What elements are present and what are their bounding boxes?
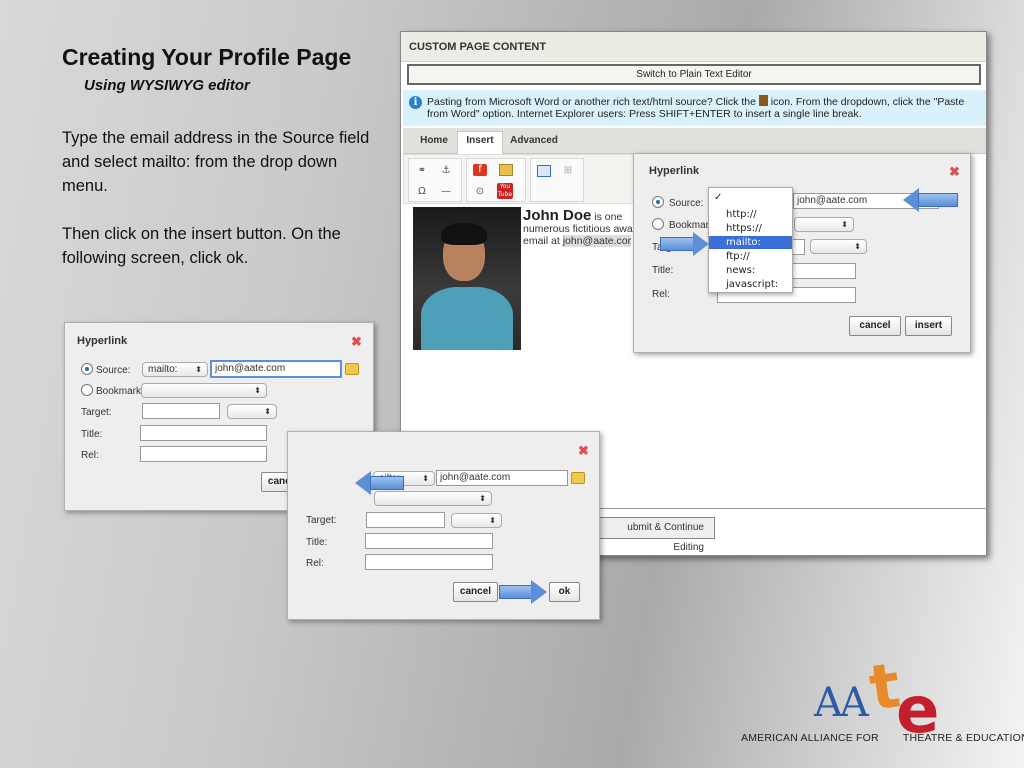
rel-label: Rel: (306, 558, 324, 569)
title-input[interactable] (140, 425, 267, 441)
slide-title: Creating Your Profile Page (62, 44, 352, 70)
source-radio[interactable] (652, 196, 664, 208)
toolbar-group-table: ⊞ (530, 158, 584, 202)
target-select[interactable]: ⬍ (451, 513, 502, 528)
bookmark-radio[interactable] (652, 218, 664, 230)
dropdown-option-news[interactable]: news: (709, 264, 792, 277)
editor-tabs: Home Insert Advanced (403, 128, 986, 155)
source-url-input[interactable]: john@aate.com (210, 360, 342, 378)
table-edit-icon[interactable]: ⊞ (561, 165, 575, 177)
title-label: Title: (306, 537, 328, 548)
bio-line-1: is one (591, 211, 623, 223)
dialog-title: Hyperlink (649, 165, 700, 177)
protocol-value: mailto: (148, 364, 178, 375)
check-icon: ✓ (714, 192, 723, 203)
dialog-title: Hyperlink (77, 335, 128, 347)
target-label: Target: (306, 515, 337, 526)
slide-subtitle: Using WYSIWYG editor (84, 77, 250, 94)
target-select[interactable]: ⬍ (227, 404, 277, 419)
folder-icon[interactable] (345, 363, 359, 375)
bookmark-select[interactable]: ⬍ (794, 217, 854, 232)
bio-email-link[interactable]: john@aate.cor (562, 235, 632, 247)
link-icon[interactable]: ⚭ (415, 165, 429, 177)
dropdown-option-http[interactable]: http:// (709, 208, 792, 221)
arrow-right-icon (499, 580, 547, 604)
horizontal-rule-icon[interactable]: — (439, 186, 453, 198)
target-input[interactable] (142, 403, 220, 419)
toolbar-group-links: ⚭ ⚓ Ω — (408, 158, 462, 202)
dropdown-option-https[interactable]: https:// (709, 222, 792, 235)
protocol-dropdown: ✓ http:// https:// mailto: ftp:// news: … (708, 187, 793, 293)
tab-home[interactable]: Home (411, 132, 457, 154)
tab-advanced[interactable]: Advanced (505, 132, 563, 154)
rel-label: Rel: (652, 289, 670, 300)
target-select[interactable]: ⬍ (810, 239, 867, 254)
arrow-left-icon (355, 471, 405, 495)
cancel-button[interactable]: cancel (453, 582, 498, 602)
target-input[interactable] (366, 512, 445, 528)
title-label: Title: (81, 429, 103, 440)
aate-logo: AA t e AMERICAN ALLIANCE FOR THEATRE & E… (736, 648, 1024, 760)
bio-line-3: email at (523, 235, 563, 247)
bookmark-label: Bookmark: (96, 386, 144, 397)
title-input[interactable] (365, 533, 493, 549)
folder-icon[interactable] (571, 472, 585, 484)
slide-text-block: Creating Your Profile Page Using WYSIWYG… (62, 44, 382, 270)
rel-input[interactable] (365, 554, 493, 570)
paste-from-word-icon[interactable] (758, 95, 768, 106)
protocol-select[interactable]: mailto: ⬍ (142, 362, 208, 377)
bio-name: John Doe (523, 210, 592, 224)
source-url-input[interactable]: john@aate.com (436, 470, 568, 486)
profile-photo (413, 207, 521, 350)
cancel-button[interactable]: cancel (849, 316, 901, 336)
title-label: Title: (652, 265, 674, 276)
editor-header: CUSTOM PAGE CONTENT (401, 32, 986, 62)
source-label: Source: (669, 198, 704, 209)
instruction-paragraph-1: Type the email address in the Source fie… (62, 129, 370, 195)
rel-input[interactable] (140, 446, 267, 462)
target-label: Target: (81, 407, 112, 418)
dropdown-option-mailto[interactable]: mailto: (709, 236, 792, 249)
logo-tagline-right: THEATRE & EDUCATION (902, 732, 1024, 744)
bio-text: John Doe is one numerous fictitious awa … (523, 210, 633, 247)
image-icon[interactable] (499, 164, 513, 176)
source-label: Source: (96, 365, 131, 376)
special-char-icon[interactable]: Ω (415, 186, 429, 198)
switch-plain-text-button[interactable]: Switch to Plain Text Editor (407, 64, 981, 85)
instruction-paragraph-2: Then click on the insert button. On the … (62, 225, 341, 267)
insert-button[interactable]: insert (905, 316, 952, 336)
youtube-icon[interactable]: You Tube (497, 183, 513, 199)
ok-button[interactable]: ok (549, 582, 580, 602)
flash-icon[interactable]: f (473, 164, 487, 176)
close-icon[interactable]: ✖ (949, 164, 960, 180)
toolbar-group-media: f ⊙ You Tube (466, 158, 526, 202)
dropdown-option-ftp[interactable]: ftp:// (709, 250, 792, 263)
logo-tagline-left: AMERICAN ALLIANCE FOR (741, 732, 879, 744)
arrow-left-icon (903, 188, 959, 212)
bio-line-2: numerous fictitious awa (523, 223, 633, 235)
bookmark-select[interactable]: ⬍ (141, 383, 267, 398)
paste-info-bar: i Pasting from Microsoft Word or another… (403, 90, 986, 126)
arrow-right-icon (660, 232, 710, 256)
media-icon[interactable]: ⊙ (473, 186, 487, 198)
logo-letters-aa: AA (814, 680, 869, 726)
close-icon[interactable]: ✖ (578, 443, 589, 459)
bookmark-radio[interactable] (81, 384, 93, 396)
info-text-1: Pasting from Microsoft Word or another r… (427, 96, 756, 108)
source-radio[interactable] (81, 363, 93, 375)
rel-label: Rel: (81, 450, 99, 461)
dropdown-option-javascript[interactable]: javascript: (709, 278, 792, 291)
table-icon[interactable] (537, 165, 551, 177)
submit-continue-button[interactable]: ubmit & Continue Editing (593, 517, 715, 553)
info-icon: i (409, 96, 422, 109)
hyperlink-dialog-confirm: ✖ ailto:⬍ john@aate.com ⬍ Target: ⬍ Titl… (287, 431, 600, 620)
tab-insert[interactable]: Insert (457, 131, 503, 155)
insert-toolbar: ⚭ ⚓ Ω — f ⊙ You Tube ⊞ (403, 154, 638, 204)
logo-tagline: AMERICAN ALLIANCE FOR THEATRE & EDUCATIO… (741, 732, 1024, 744)
close-icon[interactable]: ✖ (351, 334, 362, 350)
anchor-icon[interactable]: ⚓ (439, 165, 453, 177)
